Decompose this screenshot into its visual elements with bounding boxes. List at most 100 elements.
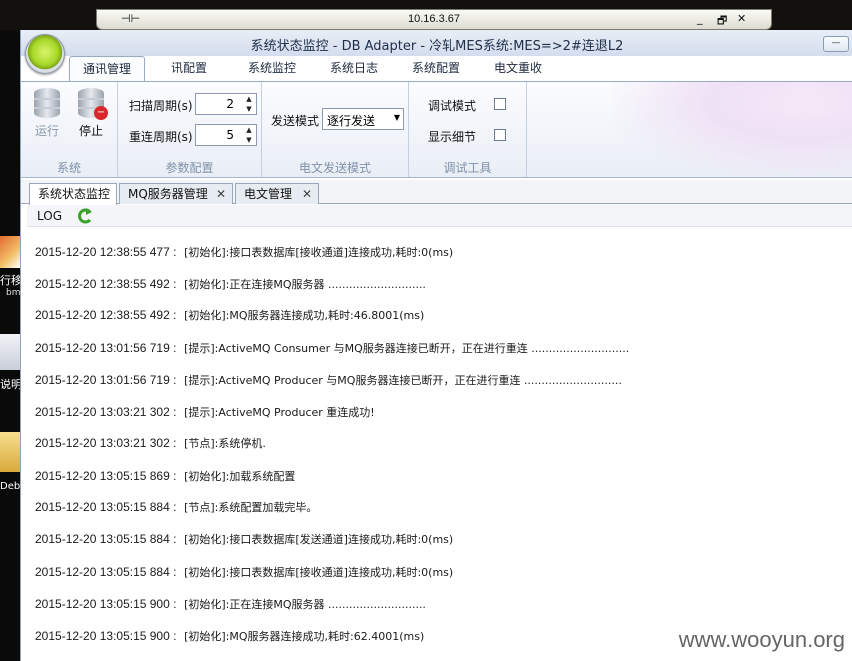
- log-timestamp: 2015-12-20 13:01:56 719 :: [35, 373, 177, 387]
- rdp-restore-button[interactable]: 🗗: [717, 12, 727, 31]
- remote-connection-bar: ⊣⊢ 10.16.3.67 _ 🗗 ✕: [96, 9, 772, 30]
- ribbon-minimize-button[interactable]: —: [823, 36, 849, 52]
- remote-desktop-strip: ⊣⊢ 10.16.3.67 _ 🗗 ✕: [0, 0, 852, 30]
- tab-label: 电文管理: [244, 187, 293, 201]
- show-detail-checkbox[interactable]: [494, 129, 506, 141]
- desktop-icon-sublabel: bm: [6, 288, 20, 298]
- log-line: 2015-12-20 13:05:15 884 : [初始化]:接口表数据库[接…: [35, 564, 453, 580]
- log-timestamp: 2015-12-20 13:05:15 900 :: [35, 597, 177, 611]
- log-output[interactable]: 2015-12-20 12:38:55 477 : [初始化]:接口表数据库[接…: [27, 227, 852, 661]
- remote-ip-address: 10.16.3.67: [408, 13, 460, 25]
- log-timestamp: 2015-12-20 13:01:56 719 :: [35, 341, 177, 355]
- refresh-icon[interactable]: [75, 206, 95, 226]
- group-parameters: 扫描周期(s) 2 ▲ ▼ 重连周期(s) 5 ▲ ▼ 参数配置: [118, 82, 262, 177]
- close-tab-icon[interactable]: ✕: [302, 184, 312, 204]
- desktop-icon-image[interactable]: [0, 236, 20, 268]
- scan-period-value: 2: [226, 97, 234, 111]
- log-line: 2015-12-20 13:03:21 302 : [提示]:ActiveMQ …: [35, 404, 375, 420]
- ribbon-decoration: [613, 82, 852, 177]
- rdp-close-button[interactable]: ✕: [737, 12, 746, 25]
- log-timestamp: 2015-12-20 13:05:15 869 :: [35, 469, 177, 483]
- log-line: 2015-12-20 13:05:15 884 : [初始化]:接口表数据库[发…: [35, 531, 453, 547]
- tab-system-log[interactable]: 系统日志: [315, 56, 393, 81]
- window-title: 系统状态监控 - DB Adapter - 冷轧MES系统:MES=>2#连退L…: [250, 39, 624, 54]
- run-button[interactable]: 运行: [27, 88, 67, 139]
- log-timestamp: 2015-12-20 13:05:15 900 :: [35, 629, 177, 643]
- log-line: 2015-12-20 13:05:15 900 : [初始化]:MQ服务器连接成…: [35, 628, 424, 644]
- spinner-arrows-icon[interactable]: ▲ ▼: [242, 94, 256, 114]
- close-tab-icon[interactable]: ✕: [216, 184, 226, 204]
- log-message: [初始化]:接口表数据库[接收通道]连接成功,耗时:0(ms): [184, 246, 454, 259]
- desktop-icon-label: 行移: [0, 274, 20, 287]
- send-mode-select[interactable]: 逐行发送 ▼: [322, 108, 404, 130]
- document-tab-bar: 系统状态监控 MQ服务器管理 ✕ 电文管理 ✕: [21, 180, 852, 205]
- log-line: 2015-12-20 13:05:15 869 : [初始化]:加载系统配置: [35, 468, 295, 484]
- ribbon-panel: 运行 − 停止 系统 扫描周期(s) 2 ▲ ▼ 重连周期(s) 5 ▲ ▼ 参数配…: [21, 81, 852, 178]
- log-line: 2015-12-20 12:38:55 477 : [初始化]:接口表数据库[接…: [35, 244, 453, 260]
- tab-communication-config[interactable]: 讯配置: [149, 56, 229, 81]
- tab-mq-server-management[interactable]: MQ服务器管理 ✕: [119, 183, 233, 204]
- rdp-minimize-button[interactable]: _: [697, 12, 703, 25]
- group-label-parameters: 参数配置: [165, 161, 214, 175]
- application-orb-button[interactable]: [25, 34, 65, 74]
- database-run-icon: [34, 88, 60, 118]
- tab-system-monitor[interactable]: 系统监控: [233, 56, 311, 81]
- log-timestamp: 2015-12-20 13:05:15 884 :: [35, 532, 177, 546]
- log-line: 2015-12-20 12:38:55 492 : [初始化]:MQ服务器连接成…: [35, 307, 424, 323]
- log-line: 2015-12-20 13:05:15 900 : [初始化]:正在连接MQ服务…: [35, 596, 426, 612]
- log-timestamp: 2015-12-20 13:03:21 302 :: [35, 436, 177, 450]
- scan-period-stepper[interactable]: 2 ▲ ▼: [195, 93, 257, 115]
- reconnect-period-label: 重连周期(s): [129, 130, 193, 144]
- debug-mode-label: 调试模式: [428, 99, 477, 113]
- log-message: [初始化]:MQ服务器连接成功,耗时:62.4001(ms): [184, 630, 425, 643]
- log-message: [节点]:系统配置加载完毕。: [184, 501, 318, 514]
- desktop-folder-icon[interactable]: [0, 432, 20, 472]
- spinner-arrows-icon[interactable]: ▲ ▼: [242, 125, 256, 145]
- log-message: [节点]:系统停机.: [184, 437, 266, 450]
- log-timestamp: 2015-12-20 12:38:55 492 :: [35, 277, 177, 291]
- tab-message-management[interactable]: 电文管理 ✕: [235, 183, 319, 204]
- log-message: [提示]:ActiveMQ Consumer 与MQ服务器连接已断开，正在进行重…: [184, 342, 630, 355]
- watermark: www.wooyun.org: [678, 627, 845, 652]
- log-line: 2015-12-20 13:05:15 884 : [节点]:系统配置加载完毕。: [35, 499, 317, 515]
- tab-system-config[interactable]: 系统配置: [397, 56, 475, 81]
- run-label: 运行: [34, 124, 59, 138]
- log-message: [提示]:ActiveMQ Producer 与MQ服务器连接已断开，正在进行重…: [184, 374, 622, 387]
- dropdown-arrow-icon[interactable]: ▼: [394, 113, 400, 122]
- debug-mode-checkbox[interactable]: [494, 98, 506, 110]
- log-message: [初始化]:正在连接MQ服务器 ........................…: [184, 278, 426, 291]
- group-label-system: 系统: [56, 161, 81, 175]
- tab-message-resend[interactable]: 电文重收: [479, 56, 557, 81]
- log-timestamp: 2015-12-20 13:05:15 884 :: [35, 565, 177, 579]
- reconnect-period-stepper[interactable]: 5 ▲ ▼: [195, 124, 257, 146]
- log-timestamp: 2015-12-20 12:38:55 492 :: [35, 308, 177, 322]
- log-line: 2015-12-20 12:38:55 492 : [初始化]:正在连接MQ服务…: [35, 276, 426, 292]
- send-mode-label: 发送模式: [271, 114, 320, 128]
- log-message: [初始化]:加载系统配置: [184, 470, 296, 483]
- log-message: [初始化]:接口表数据库[接收通道]连接成功,耗时:0(ms): [184, 566, 454, 579]
- stop-button[interactable]: − 停止: [71, 88, 111, 139]
- group-debug-tools: 调试模式 显示细节 调试工具: [409, 82, 527, 177]
- log-message: [初始化]:接口表数据库[发送通道]连接成功,耗时:0(ms): [184, 533, 454, 546]
- tab-status-monitor[interactable]: 系统状态监控: [29, 183, 117, 205]
- log-line: 2015-12-20 13:03:21 302 : [节点]:系统停机.: [35, 435, 266, 451]
- log-label: LOG: [37, 209, 63, 223]
- desktop-icon-label: 说明.: [0, 378, 20, 391]
- stop-label: 停止: [78, 124, 103, 138]
- tab-communication-management[interactable]: 通讯管理: [69, 56, 145, 81]
- group-system: 运行 − 停止 系统: [21, 82, 118, 177]
- show-detail-label: 显示细节: [428, 130, 477, 144]
- log-timestamp: 2015-12-20 13:03:21 302 :: [35, 405, 177, 419]
- group-label-debug-tools: 调试工具: [443, 161, 492, 175]
- log-message: [初始化]:MQ服务器连接成功,耗时:46.8001(ms): [184, 309, 425, 322]
- reconnect-period-value: 5: [226, 128, 234, 142]
- send-mode-value: 逐行发送: [327, 114, 376, 128]
- log-timestamp: 2015-12-20 13:05:15 884 :: [35, 500, 177, 514]
- log-timestamp: 2015-12-20 12:38:55 477 :: [35, 245, 177, 259]
- tab-label: MQ服务器管理: [128, 187, 208, 201]
- log-message: [提示]:ActiveMQ Producer 重连成功!: [184, 406, 375, 419]
- stop-badge-icon: −: [94, 106, 108, 120]
- app-window: 系统状态监控 - DB Adapter - 冷轧MES系统:MES=>2#连退L…: [20, 30, 852, 661]
- desktop-document-icon[interactable]: [0, 334, 20, 370]
- database-stop-icon: −: [78, 88, 108, 120]
